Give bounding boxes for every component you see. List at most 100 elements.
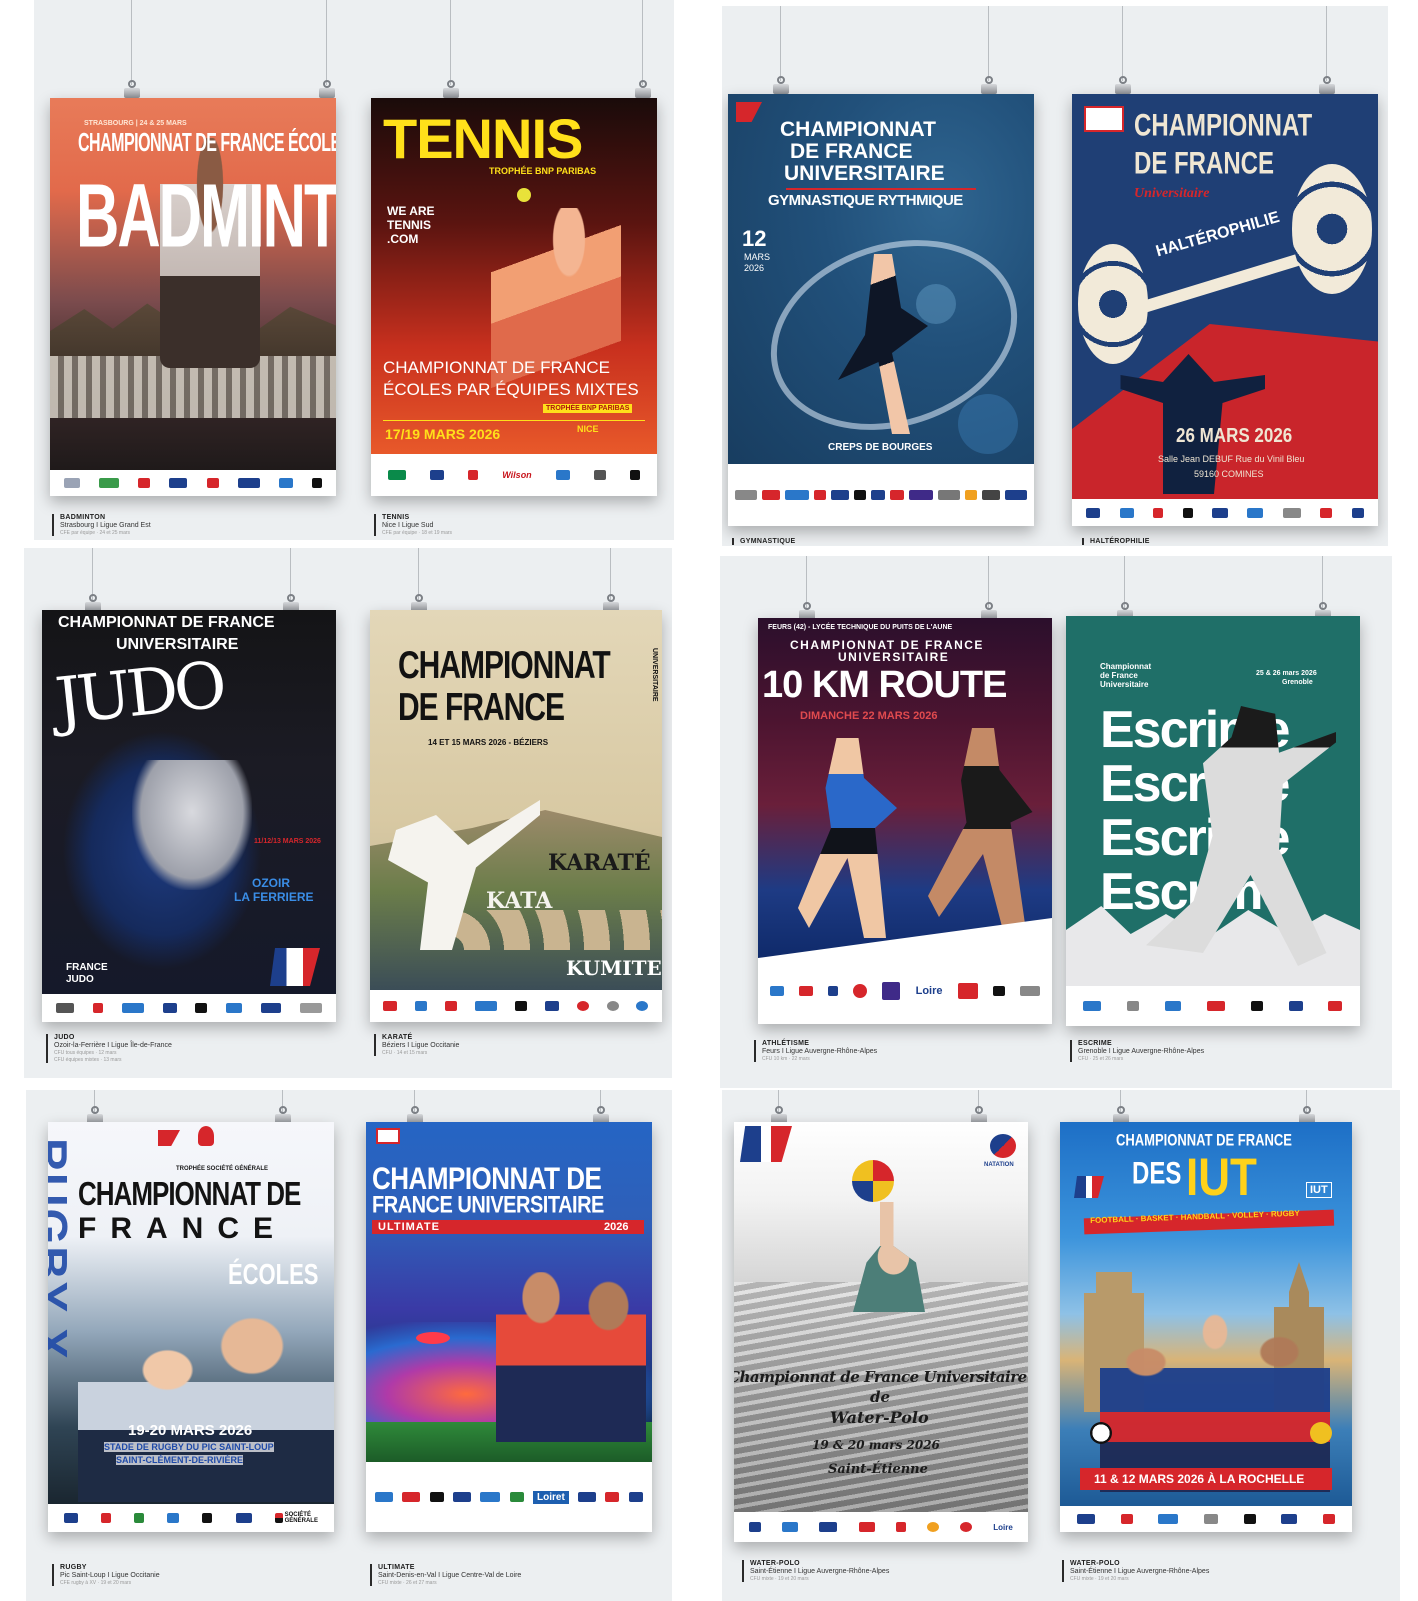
poster-title-3: IUT: [1186, 1148, 1257, 1207]
sponsor-logo-icon: [828, 986, 839, 996]
barbell-plate-right: [1292, 164, 1372, 294]
paper-clip-icon: [1115, 76, 1131, 94]
poster-discipline: GYMNASTIQUE RYTHMIQUE: [768, 192, 963, 209]
sponsor-logo-icon: [1247, 507, 1264, 518]
poster-ultimate[interactable]: CHAMPIONNAT DE FRANCE UNIVERSITAIRE ULTI…: [366, 1122, 652, 1532]
poster-tennis[interactable]: TENNIS TROPHÉE BNP PARIBAS WE ARE TENNIS…: [371, 98, 657, 496]
poster-trophy: TROPHÉE SOCIÉTÉ GÉNÉRALE: [176, 1166, 269, 1172]
poster-discipline: HALTÉROPHILIE: [1154, 208, 1282, 261]
poster-dates: 19-20 MARS 2026: [128, 1422, 253, 1439]
poster-gymnastique[interactable]: CHAMPIONNAT DE FRANCE UNIVERSITAIRE GYMN…: [728, 94, 1034, 526]
sponsor-logo-icon: [895, 1522, 906, 1532]
caption-sport: WATER-POLO: [750, 1560, 800, 1567]
sponsor-logo-icon: [831, 490, 849, 500]
sponsor-logo-icon: [578, 1492, 597, 1502]
caption-location: Grenoble I Ligue Auvergne-Rhône-Alpes: [1078, 1048, 1205, 1055]
sponsor-logo-icon: [576, 1001, 589, 1011]
sponsor-logo-icon: [55, 1003, 74, 1013]
poster-top-line: FEURS (42) - LYCÉE TECHNIQUE DU PUITS DE…: [768, 624, 953, 631]
paper-clip-icon: [635, 80, 651, 98]
poster-address: Salle Jean DEBUF Rue du Vinil Bleu: [1158, 454, 1305, 464]
poster-title-2: DES: [1132, 1156, 1182, 1192]
ball-icon: [1090, 1422, 1112, 1444]
poster-title-2: de: [870, 1388, 891, 1406]
sponsor-logo-icon: [278, 478, 293, 488]
ffsu-logo-icon: [605, 1492, 620, 1502]
caption-sport: JUDO: [54, 1034, 75, 1041]
poster-badge: IUT: [1306, 1182, 1332, 1198]
ball-icon: [852, 1160, 894, 1202]
sponsor-logo-icon: [237, 478, 260, 488]
poster-iut[interactable]: CHAMPIONNAT DE FRANCE DES IUT IUT FOOTBA…: [1060, 1122, 1352, 1532]
sponsor-logo-icon: [475, 1001, 498, 1011]
poster-title: TENNIS: [383, 107, 583, 170]
sponsor-logo-icon: [630, 470, 641, 480]
poster-waterpolo[interactable]: NATATION Championnat de France Universit…: [734, 1122, 1028, 1542]
poster-event: 10 KM ROUTE: [762, 664, 1007, 706]
frisbee-icon: [416, 1332, 450, 1344]
sponsor-logo-icon: [121, 1003, 144, 1013]
caption-detail: CFU 10 km · 22 mars: [762, 1056, 810, 1062]
caption-sport: RUGBY: [60, 1564, 87, 1571]
poster-venue-1: STADE DE RUGBY DU PIC SAINT-LOUP: [104, 1442, 274, 1452]
sponsor-logo-icon: [799, 986, 814, 996]
poster-city-1: OZOIR: [252, 876, 290, 890]
poster-dates: 17/19 MARS 2026: [385, 426, 501, 442]
poster-date: DIMANCHE 22 MARS 2026: [800, 710, 938, 722]
poster-subtitle: Universitaire: [1134, 186, 1210, 201]
poster-halterophilie[interactable]: CHAMPIONNAT DE FRANCE Universitaire HALT…: [1072, 94, 1378, 526]
player-silhouette: [496, 1272, 646, 1442]
poster-title-2: DE FRANCE: [790, 140, 913, 163]
poster-brand-2: JUDO: [66, 974, 94, 985]
gallery-panel-badminton-tennis: STRASBOURG | 24 & 25 MARS CHAMPIONNAT DE…: [34, 0, 674, 540]
sponsor-logo-icon: [1322, 1514, 1335, 1524]
caption-sport: GYMNASTIQUE: [740, 538, 796, 545]
sponsor-logo-icon: [202, 1513, 213, 1523]
poster-title-3: Water-Polo: [830, 1408, 929, 1427]
sponsor-sg-2: GÉNÉRALE: [284, 1518, 318, 1524]
sponsor-loiret: Loiret: [533, 1490, 569, 1504]
poster-rugby[interactable]: RUGBY X TROPHÉE SOCIÉTÉ GÉNÉRALE CHAMPIO…: [48, 1122, 334, 1532]
poster-badminton[interactable]: STRASBOURG | 24 & 25 MARS CHAMPIONNAT DE…: [50, 98, 336, 496]
poster-title-2: FRANCE: [78, 1212, 287, 1245]
natation-logo-icon: [990, 1134, 1016, 1158]
sponsor-logo-icon: [387, 470, 406, 480]
ffsu-logo-icon: [270, 948, 320, 986]
poster-escrime[interactable]: Championnat de France Universitaire 25 &…: [1066, 616, 1360, 1026]
sponsor-logo-icon: [960, 1522, 973, 1532]
player-silhouette: [853, 1202, 925, 1312]
sponsor-logo-icon: [514, 1001, 527, 1011]
ffsu-logo-icon: [429, 470, 444, 480]
poster-athletisme[interactable]: FEURS (42) - LYCÉE TECHNIQUE DU PUITS DE…: [758, 618, 1052, 1024]
sponsor-logo-icon: [1203, 1514, 1218, 1524]
sponsor-logo-icon: [819, 1522, 838, 1532]
poster-judo[interactable]: CHAMPIONNAT DE FRANCE UNIVERSITAIRE JUDO…: [42, 610, 336, 1022]
poster-championship: CHAMPIONNAT DE FRANCE: [383, 358, 611, 377]
sponsor-logo-icon: [415, 1001, 428, 1011]
poster-title-1: CHAMPIONNAT: [1134, 108, 1313, 144]
caption-detail: CFE par équipe · 24 et 25 mars: [60, 530, 131, 536]
poster-date-year: 2026: [744, 263, 765, 273]
sponsor-logo-icon: [1243, 1514, 1256, 1524]
sponsor-logo-icon: [261, 1003, 282, 1013]
ffsu-logo-icon: [740, 1126, 792, 1162]
poster-discipline-2: KATA: [486, 888, 553, 914]
poster-caption: GYMNASTIQUE: [732, 538, 795, 545]
poster-title-1: CHAMPIONNAT: [398, 644, 611, 687]
sponsor-logo-icon: [909, 490, 933, 500]
poster-brand: NATATION: [984, 1162, 1014, 1168]
poster-title-2: FRANCE UNIVERSITAIRE: [372, 1192, 604, 1219]
poster-karate[interactable]: CHAMPIONNAT DE FRANCE UNIVERSITAIRE 14 E…: [370, 610, 662, 1022]
sponsor-logo-icon: [762, 490, 780, 500]
sponsor-logo-icon: [1119, 507, 1134, 518]
sponsor-logo-icon: [1077, 1514, 1096, 1524]
paper-clip-icon: [773, 76, 789, 94]
sponsor-logo-icon: [1320, 507, 1333, 518]
poster-caption: ATHLÉTISME Feurs I Ligue Auvergne-Rhône-…: [754, 1040, 877, 1062]
gallery-panel-athletisme-escrime: FEURS (42) - LYCÉE TECHNIQUE DU PUITS DE…: [720, 556, 1392, 1088]
poster-title-2: DE FRANCE: [398, 686, 565, 729]
caption-detail: CFU mixte · 19 et 20 mars: [750, 1576, 809, 1582]
caption-location: Strasbourg I Ligue Grand Est: [60, 522, 151, 529]
sponsor-logo-icon: [1182, 507, 1193, 518]
gallery-panel-rugby-ultimate: RUGBY X TROPHÉE SOCIÉTÉ GÉNÉRALE CHAMPIO…: [26, 1090, 672, 1601]
